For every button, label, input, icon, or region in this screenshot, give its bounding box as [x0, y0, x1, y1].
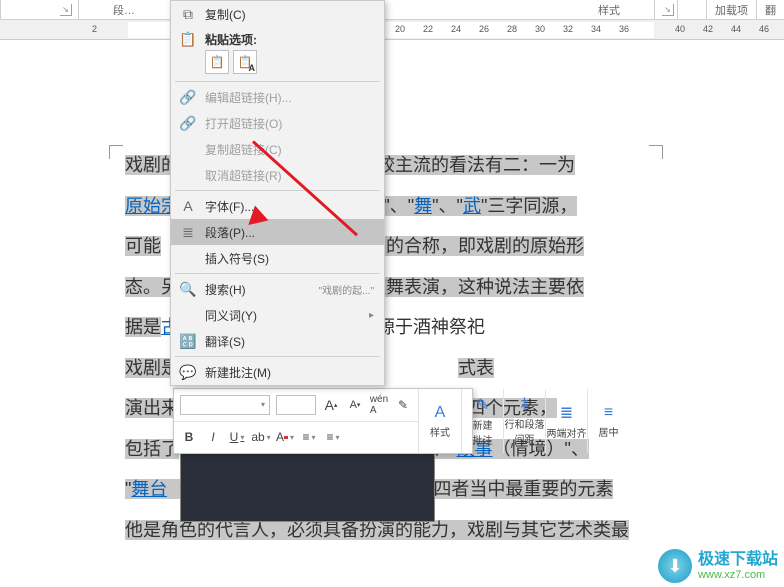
bullets-button[interactable]: ≡▾ — [300, 428, 318, 446]
paste-keep-formatting[interactable]: 📋 — [205, 50, 229, 74]
ribbon-addin-label[interactable]: 加载项 — [707, 3, 756, 17]
ribbon-style-label: 样式 — [598, 2, 620, 18]
watermark-icon: ⬇ — [658, 549, 692, 583]
ribbon-expand-2[interactable] — [662, 4, 674, 16]
grow-font-button[interactable]: A▴ — [322, 396, 340, 414]
ctx-translate[interactable]: 🔠翻译(S) — [171, 328, 384, 354]
paragraph-icon: ≣ — [177, 224, 199, 241]
underline-button[interactable]: U▾ — [228, 428, 246, 446]
numbering-button[interactable]: ≡▾ — [324, 428, 342, 446]
ctx-synonym[interactable]: 同义词(Y)▸ — [171, 302, 384, 328]
search-icon: 🔍 — [177, 281, 199, 298]
translate-icon: 🔠 — [177, 333, 199, 350]
watermark: ⬇ 极速下载站 www.xz7.com — [658, 549, 778, 583]
font-family-dropdown[interactable]: ▾ — [180, 395, 270, 415]
highlight-button[interactable]: ab▾ — [252, 428, 270, 446]
ctx-search[interactable]: 🔍搜索(H)"戏剧的起..." — [171, 276, 384, 302]
ctx-insert-symbol[interactable]: 插入符号(S) — [171, 245, 384, 271]
font-icon: A — [177, 198, 199, 214]
ctx-copy[interactable]: ⧉复制(C) — [171, 1, 384, 27]
shrink-font-button[interactable]: A▾ — [346, 396, 364, 414]
context-menu: ⧉复制(C) 📋粘贴选项: 📋 📋A 🔗编辑超链接(H)... 🔗打开超链接(O… — [170, 0, 385, 386]
mini-toolbar: ▾ A▴ A▾ wénA ✎ B I U▾ ab▾ A▾ ≡▾ ≡▾ A样式 ✎… — [173, 388, 473, 454]
phonetic-guide-button[interactable]: wénA — [370, 396, 388, 414]
new-comment-button[interactable]: ✎新建 批注 — [461, 389, 503, 453]
ctx-paragraph[interactable]: ≣段落(P)... — [171, 219, 384, 245]
ribbon: 段… 样式 加载项 翻 — [0, 0, 784, 20]
ctx-open-hyperlink: 🔗打开超链接(O) — [171, 110, 384, 136]
ctx-new-comment[interactable]: 💬新建批注(M) — [171, 359, 384, 385]
ruler[interactable]: 2 20 22 24 26 28 30 32 34 36 40 42 44 46 — [0, 20, 784, 40]
ctx-paste-options: 📋粘贴选项: 📋 📋A — [171, 27, 384, 79]
justify-button[interactable]: ≣两端对齐 — [545, 389, 587, 453]
ribbon-translate-label[interactable]: 翻 — [757, 3, 784, 17]
ctx-edit-hyperlink: 🔗编辑超链接(H)... — [171, 84, 384, 110]
paste-text-only[interactable]: 📋A — [233, 50, 257, 74]
center-button[interactable]: ≡居中 — [587, 389, 629, 453]
ctx-font[interactable]: A字体(F)... — [171, 193, 384, 219]
paste-icon: 📋 — [177, 31, 199, 48]
line-spacing-button[interactable]: ‡行和段落 间距 — [503, 389, 545, 453]
styles-button[interactable]: A样式 — [419, 389, 461, 453]
ribbon-expand-1[interactable] — [60, 4, 72, 16]
comment-icon: 💬 — [177, 364, 199, 381]
font-size-dropdown[interactable] — [276, 395, 316, 415]
italic-button[interactable]: I — [204, 428, 222, 446]
font-color-button[interactable]: A▾ — [276, 428, 294, 446]
bold-button[interactable]: B — [180, 428, 198, 446]
format-painter-button[interactable]: ✎ — [394, 396, 412, 414]
link-stage[interactable]: 舞台 — [131, 479, 167, 499]
link-open-icon: 🔗 — [177, 115, 199, 132]
ctx-copy-hyperlink: 复制超链接(C) — [171, 136, 384, 162]
ribbon-para-label: 段… — [113, 2, 135, 18]
link-wu2[interactable]: 舞 — [414, 196, 432, 216]
link-wu3[interactable]: 武 — [463, 196, 481, 216]
ctx-remove-hyperlink: 取消超链接(R) — [171, 162, 384, 188]
copy-icon: ⧉ — [177, 6, 199, 23]
link-edit-icon: 🔗 — [177, 89, 199, 106]
